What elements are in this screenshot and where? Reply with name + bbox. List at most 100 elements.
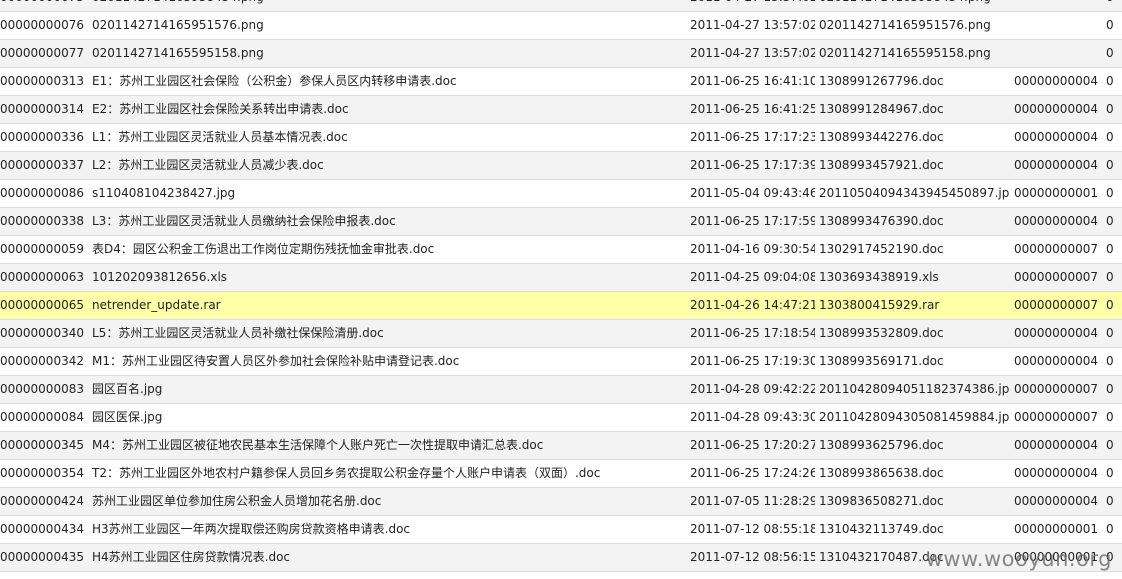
table-row[interactable]: 00000000086 s110408104238427.jpg 2011-05-0… bbox=[0, 180, 1122, 208]
stored-file-cell: 1302917452190.doc bbox=[819, 242, 944, 256]
stored-file-cell: 1303693438919.xls bbox=[819, 270, 939, 284]
file-name-cell: 苏州工业园区单位参加住房公积金人员增加花名册.doc bbox=[92, 494, 382, 508]
flag-cell: 0 bbox=[1106, 382, 1114, 396]
file-name-cell: E1：苏州工业园区社会保险（公积金）参保人员区内转移申请表.doc bbox=[92, 74, 457, 88]
file-name-cell: H3苏州工业园区一年两次提取偿还购房贷款资格申请表.doc bbox=[92, 522, 411, 536]
row-id-cell: 00000000059 bbox=[0, 242, 84, 256]
table-row[interactable]: 00000000336 L1：苏州工业园区灵活就业人员基本情况表.doc 2011-… bbox=[0, 124, 1122, 152]
upload-time-cell: 2011-04-27 13:57:02 bbox=[690, 18, 815, 32]
upload-time-cell: 2011-06-25 17:20:27 bbox=[690, 438, 815, 452]
row-id-cell: 00000000342 bbox=[0, 354, 84, 368]
table-row[interactable]: 00000000063 101202093812656.xls 2011-04-25… bbox=[0, 264, 1122, 292]
category-id-cell: 00000000007 bbox=[1014, 410, 1098, 424]
flag-cell: 0 bbox=[1106, 186, 1114, 200]
stored-file-cell: 1308993532809.doc bbox=[819, 326, 944, 340]
file-name-cell: T2：苏州工业园区外地农村户籍参保人员回乡务农提取公积金存量个人账户申请表（双面… bbox=[92, 466, 601, 480]
upload-time-cell: 2011-07-12 08:56:15 bbox=[690, 550, 815, 564]
row-id-cell: 00000000076 bbox=[0, 18, 84, 32]
stored-file-cell: 1308993625796.doc bbox=[819, 438, 944, 452]
category-id-cell: 00000000004 bbox=[1014, 354, 1098, 368]
stored-file-cell: 0201142714165958434.png bbox=[819, 0, 1009, 11]
stored-file-cell: 0201142714165951576.png bbox=[819, 18, 991, 32]
upload-time-cell: 2011-05-04 09:43:46 bbox=[690, 186, 815, 200]
upload-time-cell: 2011-06-25 17:19:30 bbox=[690, 354, 815, 368]
table-row[interactable]: 00000000342 M1：苏州工业园区待安置人员区外参加社会保险补贴申请登记表… bbox=[0, 348, 1122, 376]
table-row[interactable]: 00000000065 netrender_update.rar 2011-04-2… bbox=[0, 292, 1122, 320]
flag-cell: 0 bbox=[1106, 410, 1114, 424]
category-id-cell: 00000000007 bbox=[1014, 382, 1098, 396]
table-row[interactable]: 00000000083 园区百名.jpg 2011-04-28 09:42:22 20… bbox=[0, 376, 1122, 404]
file-name-cell: L1：苏州工业园区灵活就业人员基本情况表.doc bbox=[92, 130, 348, 144]
table-row[interactable]: 00000000314 E2：苏州工业园区社会保险关系转出申请表.doc 2011-… bbox=[0, 96, 1122, 124]
upload-time-cell: 2011-06-25 16:41:25 bbox=[690, 102, 815, 116]
table-row[interactable]: 00000000077 0201142714165595158.png 2011-0… bbox=[0, 40, 1122, 68]
flag-cell: 0 bbox=[1106, 214, 1114, 228]
table-row[interactable]: 00000000075 0201142714165958434.png 2011-0… bbox=[0, 0, 1122, 12]
upload-time-cell: 2011-04-27 13:57:02 bbox=[690, 0, 815, 11]
table-row[interactable]: 00000000313 E1：苏州工业园区社会保险（公积金）参保人员区内转移申请表… bbox=[0, 68, 1122, 96]
stored-file-cell: 20110428094051182374386.jpg bbox=[819, 382, 1009, 396]
category-id-cell: 00000000004 bbox=[1014, 466, 1098, 480]
upload-time-cell: 2011-04-26 14:47:21 bbox=[690, 298, 815, 312]
stored-file-cell: 0201142714165595158.png bbox=[819, 46, 991, 60]
stored-file-cell: 1308991267796.doc bbox=[819, 74, 944, 88]
row-id-cell: 00000000313 bbox=[0, 74, 84, 88]
table-row[interactable]: 00000000084 园区医保.jpg 2011-04-28 09:43:30 20… bbox=[0, 404, 1122, 432]
table-row[interactable]: 00000000338 L3：苏州工业园区灵活就业人员缴纳社会保险申报表.doc 2… bbox=[0, 208, 1122, 236]
upload-time-cell: 2011-06-25 17:17:23 bbox=[690, 130, 815, 144]
row-id-cell: 00000000340 bbox=[0, 326, 84, 340]
row-id-cell: 00000000077 bbox=[0, 46, 84, 60]
stored-file-cell: 1308993476390.doc bbox=[819, 214, 944, 228]
stored-file-cell: 20110504094343945450897.jpg bbox=[819, 186, 1009, 200]
row-id-cell: 00000000354 bbox=[0, 466, 84, 480]
table-row[interactable]: 00000000337 L2：苏州工业园区灵活就业人员减少表.doc 2011-06… bbox=[0, 152, 1122, 180]
flag-cell: 0 bbox=[1106, 494, 1114, 508]
flag-cell: 0 bbox=[1106, 270, 1114, 284]
category-id-cell: 00000000004 bbox=[1014, 326, 1098, 340]
category-id-cell: 00000000001 bbox=[1014, 522, 1098, 536]
stored-file-cell: 1308993569171.doc bbox=[819, 354, 944, 368]
table-row[interactable]: 00000000434 H3苏州工业园区一年两次提取偿还购房贷款资格申请表.doc… bbox=[0, 516, 1122, 544]
category-id-cell: 00000000004 bbox=[1014, 102, 1098, 116]
stored-file-cell: 1308993865638.doc bbox=[819, 466, 944, 480]
upload-time-cell: 2011-06-25 17:17:59 bbox=[690, 214, 815, 228]
upload-time-cell: 2011-04-28 09:43:30 bbox=[690, 410, 815, 424]
category-id-cell: 00000000007 bbox=[1014, 298, 1098, 312]
category-id-cell bbox=[1014, 40, 1102, 67]
file-name-cell: E2：苏州工业园区社会保险关系转出申请表.doc bbox=[92, 102, 349, 116]
category-id-cell: 00000000001 bbox=[1014, 186, 1098, 200]
category-id-cell: 00000000004 bbox=[1014, 494, 1098, 508]
category-id-cell: 00000000004 bbox=[1014, 214, 1098, 228]
category-id-cell: 00000000004 bbox=[1014, 130, 1098, 144]
category-id-cell: 00000000004 bbox=[1014, 438, 1098, 452]
category-id-cell: 00000000007 bbox=[1014, 270, 1098, 284]
table-row[interactable]: 00000000076 0201142714165951576.png 2011-0… bbox=[0, 12, 1122, 40]
row-id-cell: 00000000434 bbox=[0, 522, 84, 536]
row-id-cell: 00000000075 bbox=[0, 0, 88, 11]
stored-file-cell: 1308991284967.doc bbox=[819, 102, 944, 116]
stored-file-cell: 1303800415929.rar bbox=[819, 298, 940, 312]
flag-cell: 0 bbox=[1106, 130, 1114, 144]
table-row[interactable]: 00000000424 苏州工业园区单位参加住房公积金人员增加花名册.doc 201… bbox=[0, 488, 1122, 516]
row-id-cell: 00000000083 bbox=[0, 382, 84, 396]
table-row[interactable]: 00000000345 M4：苏州工业园区被征地农民基本生活保障个人账户死亡一次性… bbox=[0, 432, 1122, 460]
row-id-cell: 00000000063 bbox=[0, 270, 84, 284]
stored-file-cell: 1308993442276.doc bbox=[819, 130, 944, 144]
table-row[interactable]: 00000000059 表D4：园区公积金工伤退出工作岗位定期伤残抚恤金审批表.d… bbox=[0, 236, 1122, 264]
upload-time-cell: 2011-04-25 09:04:08 bbox=[690, 270, 815, 284]
file-name-cell: 0201142714165595158.png bbox=[92, 46, 264, 60]
category-id-cell bbox=[1014, 12, 1102, 39]
file-name-cell: 0201142714165958434.png bbox=[92, 0, 682, 11]
flag-cell: 0 bbox=[1106, 298, 1114, 312]
flag-cell: 0 bbox=[1106, 326, 1114, 340]
table-row[interactable]: 00000000340 L5：苏州工业园区灵活就业人员补缴社保保险清册.doc 20… bbox=[0, 320, 1122, 348]
row-id-cell: 00000000084 bbox=[0, 410, 84, 424]
row-id-cell: 00000000086 bbox=[0, 186, 84, 200]
file-name-cell: 园区医保.jpg bbox=[92, 410, 163, 424]
row-id-cell: 00000000336 bbox=[0, 130, 84, 144]
file-name-cell: L3：苏州工业园区灵活就业人员缴纳社会保险申报表.doc bbox=[92, 214, 396, 228]
upload-time-cell: 2011-04-28 09:42:22 bbox=[690, 382, 815, 396]
table-row[interactable]: 00000000354 T2：苏州工业园区外地农村户籍参保人员回乡务农提取公积金存… bbox=[0, 460, 1122, 488]
row-id-cell: 00000000345 bbox=[0, 438, 84, 452]
file-name-cell: netrender_update.rar bbox=[92, 298, 221, 312]
